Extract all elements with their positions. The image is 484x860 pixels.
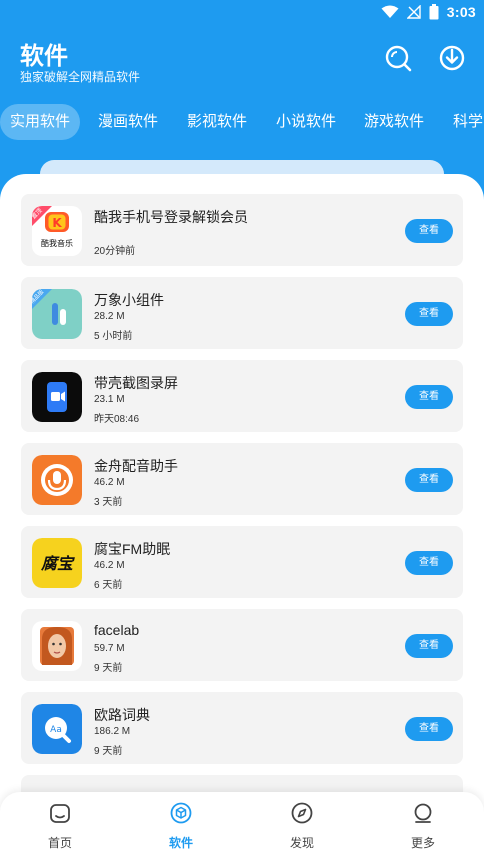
- widget-app-icon: 精品版: [32, 289, 82, 339]
- app-size: 46.2 M: [94, 477, 125, 488]
- app-name: 欧路词典: [94, 707, 150, 723]
- app-size: 46.2 M: [94, 560, 125, 571]
- page-subtitle: 独家破解全网精品软件: [20, 70, 141, 84]
- list-item[interactable]: Aa 欧路词典 186.2 M 9 天前 查看: [21, 692, 463, 764]
- download-button[interactable]: [438, 44, 468, 74]
- tab-comics[interactable]: 漫画软件: [88, 104, 168, 140]
- nav-software[interactable]: 软件: [146, 802, 216, 851]
- app-size: 186.2 M: [94, 726, 131, 737]
- no-signal-icon: [406, 5, 421, 19]
- app-name: facelab: [94, 622, 140, 638]
- app-name: 带壳截图录屏: [94, 375, 178, 391]
- screenshot-app-icon: [32, 372, 82, 422]
- cube-icon: [170, 802, 192, 824]
- status-bar: 3:03: [0, 0, 484, 26]
- eudic-icon-text: Aa: [50, 725, 62, 735]
- nav-home-label: 首页: [47, 836, 72, 850]
- tab-video[interactable]: 影视软件: [177, 104, 257, 140]
- nav-discover[interactable]: 发现: [267, 802, 337, 851]
- app-time: 昨天08:46: [94, 414, 140, 425]
- view-button[interactable]: 查看: [405, 385, 453, 409]
- battery-icon: [429, 4, 439, 20]
- top-header: 3:03 软件 独家破解全网精品软件 实用软件 漫画软件 影视软件 小说软件 游…: [0, 0, 484, 200]
- app-size: 23.1 M: [94, 394, 125, 405]
- app-time: 9 天前: [94, 746, 123, 757]
- wifi-icon: [381, 5, 399, 19]
- fubao-icon-text: 腐宝: [40, 554, 75, 573]
- eudic-app-icon: Aa: [32, 704, 82, 754]
- tab-science[interactable]: 科学: [443, 104, 484, 140]
- view-button[interactable]: 查看: [405, 219, 453, 243]
- app-time: 6 天前: [94, 580, 123, 591]
- search-icon: [384, 44, 414, 72]
- kuwo-app-icon: K 酷我音乐 置顶: [32, 206, 82, 256]
- app-time: 20分钟前: [94, 246, 136, 257]
- app-name: 酷我手机号登录解锁会员: [94, 209, 248, 225]
- download-icon: [438, 44, 468, 72]
- status-time: 3:03: [446, 4, 476, 20]
- app-size: 59.7 M: [94, 643, 125, 654]
- nav-more[interactable]: 更多: [388, 802, 458, 851]
- nav-discover-label: 发现: [289, 836, 314, 850]
- more-icon: [412, 802, 434, 824]
- view-button[interactable]: 查看: [405, 717, 453, 741]
- app-name: 金舟配音助手: [94, 458, 178, 474]
- search-button[interactable]: [384, 44, 414, 74]
- app-name: 万象小组件: [94, 292, 164, 308]
- nav-software-label: 软件: [168, 836, 193, 850]
- tab-utility[interactable]: 实用软件: [0, 104, 81, 140]
- view-button[interactable]: 查看: [405, 551, 453, 575]
- list-item[interactable]: 带壳截图录屏 23.1 M 昨天08:46 查看: [21, 360, 463, 432]
- app-name: 腐宝FM助眠: [94, 541, 171, 557]
- app-time: 3 天前: [94, 497, 123, 508]
- dubbing-app-icon: [32, 455, 82, 505]
- app-time: 9 天前: [94, 663, 123, 674]
- list-item[interactable]: 腐宝 腐宝FM助眠 46.2 M 6 天前 查看: [21, 526, 463, 598]
- app-size: 28.2 M: [94, 311, 125, 322]
- list-item[interactable]: K 酷我音乐 置顶 酷我手机号登录解锁会员 20分钟前 查看: [21, 194, 463, 266]
- fubao-app-icon: 腐宝: [32, 538, 82, 588]
- svg-text:K: K: [52, 216, 62, 230]
- page-title: 软件: [20, 43, 68, 70]
- list-item[interactable]: 精品版 万象小组件 28.2 M 5 小时前 查看: [21, 277, 463, 349]
- list-item[interactable]: facelab 59.7 M 9 天前 查看: [21, 609, 463, 681]
- view-button[interactable]: 查看: [405, 468, 453, 492]
- view-button[interactable]: 查看: [405, 634, 453, 658]
- view-button[interactable]: 查看: [405, 302, 453, 326]
- app-list: K 酷我音乐 置顶 酷我手机号登录解锁会员 20分钟前 查看 精品版 万象小组件…: [0, 174, 484, 794]
- bottom-nav: 首页 软件 发现 更多: [0, 792, 484, 860]
- nav-more-label: 更多: [410, 836, 435, 850]
- category-tabs: 实用软件 漫画软件 影视软件 小说软件 游戏软件 科学: [0, 104, 484, 140]
- compass-icon: [291, 802, 313, 824]
- list-item[interactable]: 金舟配音助手 46.2 M 3 天前 查看: [21, 443, 463, 515]
- tab-novels[interactable]: 小说软件: [266, 104, 346, 140]
- home-icon: [49, 802, 71, 824]
- app-time: 5 小时前: [94, 331, 133, 342]
- tab-games[interactable]: 游戏软件: [354, 104, 434, 140]
- nav-home[interactable]: 首页: [25, 802, 95, 851]
- facelab-app-icon: [32, 621, 82, 671]
- kuwo-icon-text: 酷我音乐: [41, 238, 73, 248]
